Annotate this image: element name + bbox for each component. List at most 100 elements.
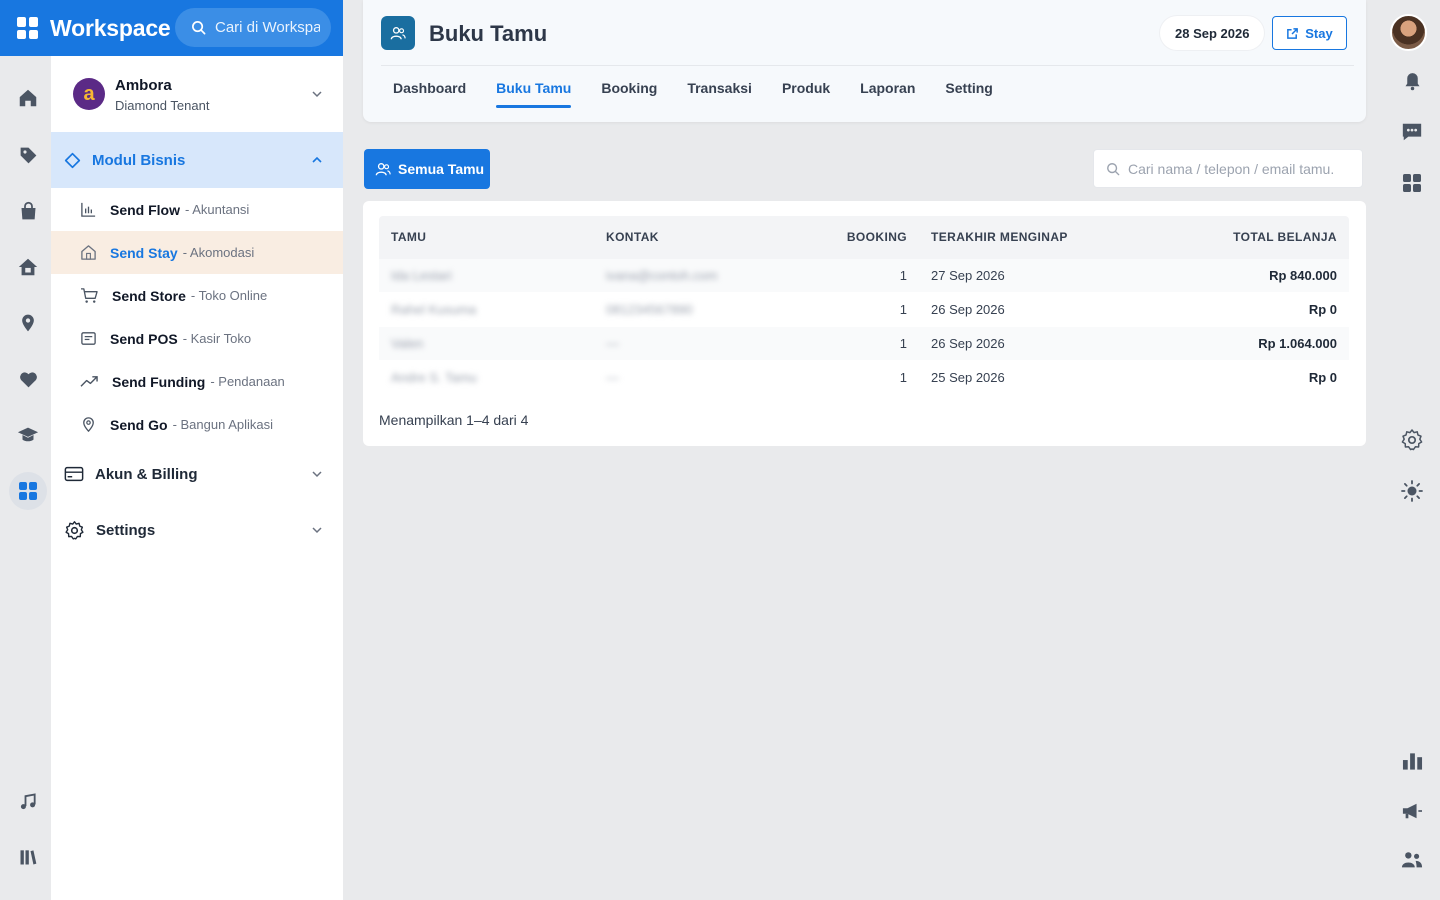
tab-setting[interactable]: Setting bbox=[945, 80, 992, 108]
widgets-icon[interactable] bbox=[1396, 167, 1428, 199]
chevron-down-icon[interactable] bbox=[311, 88, 323, 100]
module-name: Send POS bbox=[110, 330, 178, 347]
sidebar: a Ambora Diamond Tenant Modul Bisnis Sen… bbox=[51, 56, 343, 900]
col-terakhir-menginap[interactable]: TERAKHIR MENGINAP bbox=[931, 230, 1068, 244]
external-link-icon bbox=[1287, 27, 1299, 39]
tab-transaksi[interactable]: Transaksi bbox=[687, 80, 752, 108]
guest-contact: 081234567890 bbox=[606, 302, 693, 317]
booking-count: 1 bbox=[899, 370, 907, 385]
guest-name: Andre S. Tamu bbox=[391, 370, 477, 385]
megaphone-icon[interactable] bbox=[1396, 795, 1428, 827]
header-divider bbox=[381, 65, 1354, 66]
section-label: Modul Bisnis bbox=[92, 151, 186, 169]
page-title: Buku Tamu bbox=[429, 21, 548, 46]
location-pin-icon bbox=[83, 417, 94, 433]
booking-count: 1 bbox=[899, 268, 907, 283]
module-name: Send Go bbox=[110, 416, 168, 433]
col-total-belanja[interactable]: TOTAL BELANJA bbox=[1233, 230, 1337, 244]
brand-title[interactable]: Workspace bbox=[50, 15, 171, 42]
chevron-down-icon[interactable] bbox=[311, 468, 323, 480]
all-guests-label: Semua Tamu bbox=[398, 161, 485, 177]
col-kontak[interactable]: KONTAK bbox=[606, 230, 659, 244]
module-sub: - Akomodasi bbox=[182, 245, 255, 260]
col-booking[interactable]: BOOKING bbox=[847, 230, 907, 244]
guest-table-card: TAMU KONTAK BOOKING TERAKHIR MENGINAP TO… bbox=[363, 201, 1366, 446]
section-akun-billing[interactable]: Akun & Billing bbox=[51, 446, 343, 502]
module-send-go[interactable]: Send Go - Bangun Aplikasi bbox=[51, 403, 343, 446]
analytics-icon[interactable] bbox=[1396, 745, 1428, 777]
guests-icon bbox=[381, 16, 415, 50]
heart-icon[interactable] bbox=[9, 360, 47, 398]
brightness-icon[interactable] bbox=[1396, 475, 1428, 507]
module-send-flow[interactable]: Send Flow - Akuntansi bbox=[51, 188, 343, 231]
left-icon-rail bbox=[0, 56, 51, 900]
module-send-funding[interactable]: Send Funding - Pendanaan bbox=[51, 360, 343, 403]
module-send-stay[interactable]: Send Stay - Akomodasi bbox=[51, 231, 343, 274]
tab-laporan[interactable]: Laporan bbox=[860, 80, 915, 108]
chat-icon[interactable] bbox=[1396, 116, 1428, 148]
section-modul-bisnis[interactable]: Modul Bisnis bbox=[51, 132, 343, 188]
home-icon[interactable] bbox=[9, 79, 47, 117]
location-pin-icon[interactable] bbox=[9, 304, 47, 342]
module-name: Send Stay bbox=[110, 244, 178, 261]
col-tamu[interactable]: TAMU bbox=[391, 230, 426, 244]
shopping-bag-icon[interactable] bbox=[9, 192, 47, 230]
tab-produk[interactable]: Produk bbox=[782, 80, 830, 108]
section-label: Settings bbox=[96, 521, 156, 539]
tab-booking[interactable]: Booking bbox=[601, 80, 657, 108]
diamond-icon bbox=[64, 152, 81, 168]
bell-icon[interactable] bbox=[1396, 65, 1428, 97]
booking-count: 1 bbox=[899, 302, 907, 317]
module-send-store[interactable]: Send Store - Toko Online bbox=[51, 274, 343, 317]
tenant-switcher[interactable]: a Ambora Diamond Tenant bbox=[51, 56, 343, 132]
users-icon bbox=[375, 163, 391, 176]
workspace-search[interactable] bbox=[175, 8, 331, 47]
module-sub: - Pendanaan bbox=[210, 374, 285, 389]
chevron-down-icon[interactable] bbox=[311, 524, 323, 536]
credit-card-icon bbox=[64, 466, 84, 482]
guest-contact: ivana@contoh.com bbox=[606, 268, 718, 283]
workspace-search-input[interactable] bbox=[215, 19, 320, 36]
table-row[interactable]: Valen — 1 26 Sep 2026 Rp 1.064.000 bbox=[379, 327, 1349, 361]
gear-icon[interactable] bbox=[1396, 424, 1428, 456]
date-badge: 28 Sep 2026 bbox=[1160, 16, 1265, 50]
guest-name: Rahel Kusuma bbox=[391, 302, 477, 317]
total-spend: Rp 1.064.000 bbox=[1258, 336, 1337, 351]
people-icon[interactable] bbox=[1396, 844, 1428, 876]
house-heart-icon[interactable] bbox=[9, 248, 47, 286]
apps-grid-icon[interactable] bbox=[17, 17, 39, 39]
module-send-pos[interactable]: Send POS - Kasir Toko bbox=[51, 317, 343, 360]
library-icon[interactable] bbox=[9, 838, 47, 876]
pagination-summary: Menampilkan 1–4 dari 4 bbox=[379, 412, 529, 428]
module-sub: - Akuntansi bbox=[185, 202, 250, 217]
graduation-cap-icon[interactable] bbox=[9, 416, 47, 454]
tab-dashboard[interactable]: Dashboard bbox=[393, 80, 466, 108]
gear-icon bbox=[65, 520, 84, 540]
guest-name: Valen bbox=[391, 336, 424, 351]
guest-search[interactable] bbox=[1093, 149, 1363, 188]
guest-name: Ida Lestari bbox=[391, 268, 452, 283]
tenant-avatar: a bbox=[73, 78, 105, 110]
tenant-role: Diamond Tenant bbox=[115, 98, 210, 113]
all-guests-button[interactable]: Semua Tamu bbox=[364, 149, 490, 189]
trend-up-icon bbox=[80, 376, 98, 387]
guest-search-input[interactable] bbox=[1128, 160, 1348, 177]
brand-bar: Workspace bbox=[0, 0, 343, 56]
receipt-icon bbox=[81, 332, 96, 345]
table-row[interactable]: Ida Lestari ivana@contoh.com 1 27 Sep 20… bbox=[379, 259, 1349, 293]
user-avatar[interactable] bbox=[1390, 14, 1427, 51]
tag-icon[interactable] bbox=[9, 136, 47, 174]
table-row[interactable]: Rahel Kusuma 081234567890 1 26 Sep 2026 … bbox=[379, 293, 1349, 327]
apps-grid-icon[interactable] bbox=[9, 472, 47, 510]
stay-button[interactable]: Stay bbox=[1272, 16, 1347, 50]
module-sub: - Kasir Toko bbox=[182, 331, 252, 346]
music-note-icon[interactable] bbox=[9, 783, 47, 821]
table-row[interactable]: Andre S. Tamu — 1 25 Sep 2026 Rp 0 bbox=[379, 361, 1349, 395]
chevron-up-icon[interactable] bbox=[311, 154, 323, 166]
right-icon-rail bbox=[1384, 0, 1440, 900]
section-settings[interactable]: Settings bbox=[51, 502, 343, 558]
tab-buku-tamu[interactable]: Buku Tamu bbox=[496, 80, 572, 108]
bar-chart-icon bbox=[81, 202, 96, 217]
total-spend: Rp 840.000 bbox=[1269, 268, 1337, 283]
search-icon bbox=[192, 21, 206, 35]
